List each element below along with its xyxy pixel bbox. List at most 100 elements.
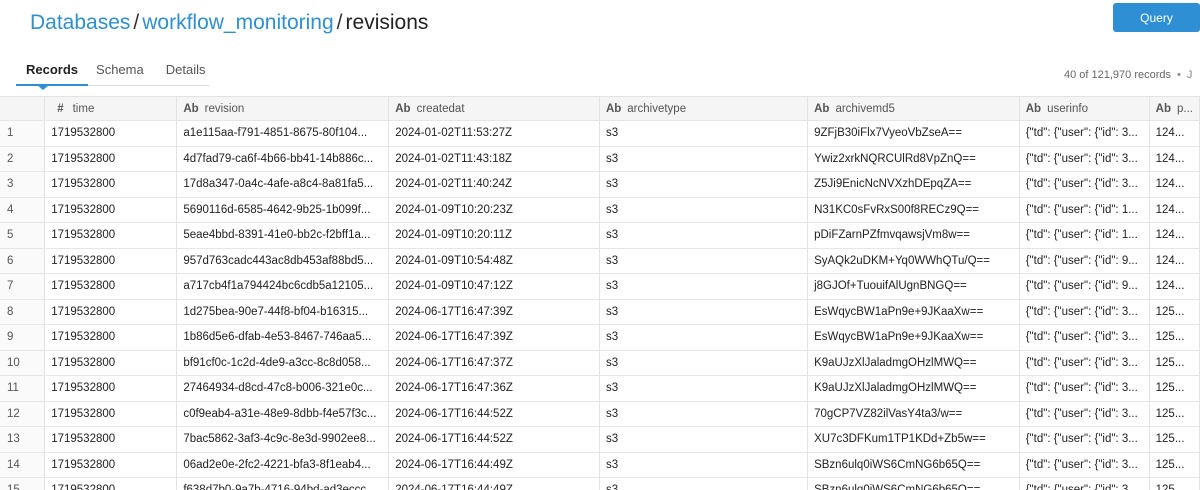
table-cell-createdat[interactable]: 2024-01-02T11:43:18Z [388, 146, 600, 172]
table-cell-archivemd5[interactable]: SBzn6ulq0iWS6CmNG6b65Q== [807, 452, 1020, 478]
table-cell-userinfo[interactable]: {"td": {"user": {"id": 3... [1019, 426, 1150, 453]
table-cell-p[interactable]: 125... [1149, 477, 1200, 490]
table-cell-time[interactable]: 1719532800 [44, 273, 178, 300]
table-cell-userinfo[interactable]: {"td": {"user": {"id": 9... [1019, 273, 1150, 300]
table-cell-userinfo[interactable]: {"td": {"user": {"id": 1... [1019, 197, 1150, 223]
table-cell-userinfo[interactable]: {"td": {"user": {"id": 3... [1019, 401, 1150, 427]
table-row[interactable]: 5 1719532800 5eae4bbd-8391-41e0-bb2c-f2bff… [0, 222, 1200, 249]
table-cell-userinfo[interactable]: {"td": {"user": {"id": 3... [1019, 375, 1150, 402]
table-cell-userinfo[interactable]: {"td": {"user": {"id": 3... [1019, 146, 1150, 172]
table-row[interactable]: 13 1719532800 7bac5862-3af3-4c9c-8e3d-9902… [0, 426, 1200, 453]
table-cell-archivetype[interactable]: s3 [599, 375, 809, 402]
table-cell-time[interactable]: 1719532800 [44, 120, 178, 147]
table-cell-time[interactable]: 1719532800 [44, 222, 178, 249]
table-cell-p[interactable]: 124... [1149, 120, 1200, 147]
table-cell-createdat[interactable]: 2024-06-17T16:44:52Z [388, 426, 600, 453]
query-button[interactable]: Query [1113, 3, 1200, 32]
table-cell-archivemd5[interactable]: 70gCP7VZ82ilVasY4ta3/w== [807, 401, 1020, 427]
breadcrumb-database-link[interactable]: workflow_monitoring [142, 11, 333, 34]
table-cell-revision[interactable]: f638d7b0-9a7b-4716-94bd-ad3eccc... [176, 477, 390, 490]
table-row[interactable]: 151719532800f638d7b0-9a7b-4716-94bd-ad3e… [0, 477, 1200, 490]
table-cell-p[interactable]: 125... [1149, 426, 1200, 453]
table-cell-p[interactable]: 124... [1149, 248, 1200, 274]
tab-schema[interactable]: Schema [96, 58, 144, 85]
table-cell-archivetype[interactable]: s3 [599, 171, 809, 198]
table-row[interactable]: 6 1719532800 957d763cadc443ac8db453af88bd5… [0, 248, 1200, 274]
table-cell-userinfo[interactable]: {"td": {"user": {"id": 3... [1019, 299, 1150, 325]
table-row[interactable]: 4 1719532800 5690116d-6585-4642-9b25-1b099… [0, 197, 1200, 223]
table-cell-createdat[interactable]: 2024-01-09T10:47:12Z [388, 273, 600, 300]
table-cell-archivemd5[interactable]: Ywiz2xrkNQRCUlRd8VpZnQ== [807, 146, 1020, 172]
table-cell-p[interactable]: 124... [1149, 146, 1200, 172]
table-cell-createdat[interactable]: 2024-06-17T16:44:52Z [388, 401, 600, 427]
table-cell-createdat[interactable]: 2024-01-09T10:54:48Z [388, 248, 600, 274]
table-cell-userinfo[interactable]: {"td": {"user": {"id": 3... [1019, 452, 1150, 478]
table-cell-archivetype[interactable]: s3 [599, 222, 809, 249]
table-cell-archivetype[interactable]: s3 [599, 452, 809, 478]
table-cell-revision[interactable]: 1d275bea-90e7-44f8-bf04-b16315... [176, 299, 390, 325]
table-cell-archivemd5[interactable]: N31KC0sFvRxS00f8RECz9Q== [807, 197, 1020, 223]
table-cell-revision[interactable]: 5eae4bbd-8391-41e0-bb2c-f2bff1a... [176, 222, 390, 249]
table-cell-createdat[interactable]: 2024-06-17T16:47:39Z [388, 299, 600, 325]
table-cell-p[interactable]: 125... [1149, 324, 1200, 351]
table-cell-time[interactable]: 1719532800 [44, 452, 178, 478]
table-cell-revision[interactable]: bf91cf0c-1c2d-4de9-a3cc-8c8d058... [176, 350, 390, 376]
table-cell-revision[interactable]: 5690116d-6585-4642-9b25-1b099f... [176, 197, 390, 223]
table-cell-archivemd5[interactable]: Z5Ji9EnicNcNVXzhDEpqZA== [807, 171, 1020, 198]
table-cell-revision[interactable]: 1b86d5e6-dfab-4e53-8467-746aa5... [176, 324, 390, 351]
table-cell-archivemd5[interactable]: EsWqycBW1aPn9e+9JKaaXw== [807, 324, 1020, 351]
table-cell-userinfo[interactable]: {"td": {"user": {"id": 1... [1019, 222, 1150, 249]
table-cell-archivetype[interactable]: s3 [599, 477, 809, 490]
table-cell-revision[interactable]: a1e115aa-f791-4851-8675-80f104... [176, 120, 390, 147]
table-cell-archivemd5[interactable]: SyAQk2uDKM+Yq0WWhQTu/Q== [807, 248, 1020, 274]
table-cell-time[interactable]: 1719532800 [44, 324, 178, 351]
table-cell-archivemd5[interactable]: 9ZFjB30iFlx7VyeoVbZseA== [807, 120, 1020, 147]
table-cell-p[interactable]: 125... [1149, 452, 1200, 478]
table-cell-p[interactable]: 124... [1149, 171, 1200, 198]
column-header-revision[interactable]: Ab revision [176, 97, 390, 121]
table-row[interactable]: 10 1719532800 bf91cf0c-1c2d-4de9-a3cc-8c8d… [0, 350, 1200, 376]
table-row[interactable]: 1 1719532800 a1e115aa-f791-4851-8675-80f10… [0, 120, 1200, 147]
table-cell-archivetype[interactable]: s3 [599, 324, 809, 351]
table-cell-archivemd5[interactable]: pDiFZarnPZfmvqawsjVm8w== [807, 222, 1020, 249]
column-header-archivetype[interactable]: Ab archivetype [599, 97, 809, 121]
table-cell-userinfo[interactable]: {"td": {"user": {"id": 3... [1019, 120, 1150, 147]
table-cell-revision[interactable]: 957d763cadc443ac8db453af88bd5... [176, 248, 390, 274]
table-cell-time[interactable]: 1719532800 [44, 146, 178, 172]
table-cell-revision[interactable]: 7bac5862-3af3-4c9c-8e3d-9902ee8... [176, 426, 390, 453]
table-cell-createdat[interactable]: 2024-06-17T16:47:39Z [388, 324, 600, 351]
table-cell-p[interactable]: 124... [1149, 197, 1200, 223]
tab-details[interactable]: Details [166, 58, 206, 85]
column-header-archivemd5[interactable]: Ab archivemd5 [807, 97, 1020, 121]
table-cell-userinfo[interactable]: {"td": {"user": {"id": 3... [1019, 324, 1150, 351]
table-cell-createdat[interactable]: 2024-06-17T16:44:49Z [388, 452, 600, 478]
table-cell-archivetype[interactable]: s3 [599, 401, 809, 427]
table-cell-revision[interactable]: 4d7fad79-ca6f-4b66-bb41-14b886c... [176, 146, 390, 172]
table-cell-p[interactable]: 124... [1149, 222, 1200, 249]
table-cell-archivetype[interactable]: s3 [599, 146, 809, 172]
table-cell-time[interactable]: 1719532800 [44, 426, 178, 453]
table-cell-revision[interactable]: 27464934-d8cd-47c8-b006-321e0c... [176, 375, 390, 402]
table-row[interactable]: 11 1719532800 27464934-d8cd-47c8-b006-321e… [0, 375, 1200, 402]
table-cell-createdat[interactable]: 2024-06-17T16:44:49Z [388, 477, 600, 490]
table-row[interactable]: 14 1719532800 06ad2e0e-2fc2-4221-bfa3-8f1e… [0, 452, 1200, 478]
table-row[interactable]: 2 1719532800 4d7fad79-ca6f-4b66-bb41-14b88… [0, 146, 1200, 172]
table-cell-time[interactable]: 1719532800 [44, 477, 178, 490]
table-cell-archivemd5[interactable]: XU7c3DFKum1TP1KDd+Zb5w== [807, 426, 1020, 453]
table-cell-createdat[interactable]: 2024-01-02T11:40:24Z [388, 171, 600, 198]
column-header-p[interactable]: Ab p... [1149, 97, 1200, 121]
table-cell-p[interactable]: 125... [1149, 375, 1200, 402]
table-cell-p[interactable]: 124... [1149, 273, 1200, 300]
table-cell-createdat[interactable]: 2024-06-17T16:47:36Z [388, 375, 600, 402]
table-cell-archivemd5[interactable]: K9aUJzXlJaladmgOHzlMWQ== [807, 350, 1020, 376]
table-cell-revision[interactable]: a717cb4f1a794424bc6cdb5a12105... [176, 273, 390, 300]
table-cell-revision[interactable]: 17d8a347-0a4c-4afe-a8c4-8a81fa5... [176, 171, 390, 198]
table-cell-p[interactable]: 125... [1149, 350, 1200, 376]
table-cell-archivetype[interactable]: s3 [599, 197, 809, 223]
table-cell-time[interactable]: 1719532800 [44, 401, 178, 427]
table-cell-archivetype[interactable]: s3 [599, 273, 809, 300]
table-cell-archivemd5[interactable]: SBzn6ulq0iWS6CmNG6b65Q== [807, 477, 1020, 490]
table-cell-archivemd5[interactable]: K9aUJzXlJaladmgOHzlMWQ== [807, 375, 1020, 402]
table-row[interactable]: 12 1719532800 c0f9eab4-a31e-48e9-8dbb-f4e5… [0, 401, 1200, 427]
table-row[interactable]: 9 1719532800 1b86d5e6-dfab-4e53-8467-746aa… [0, 324, 1200, 351]
